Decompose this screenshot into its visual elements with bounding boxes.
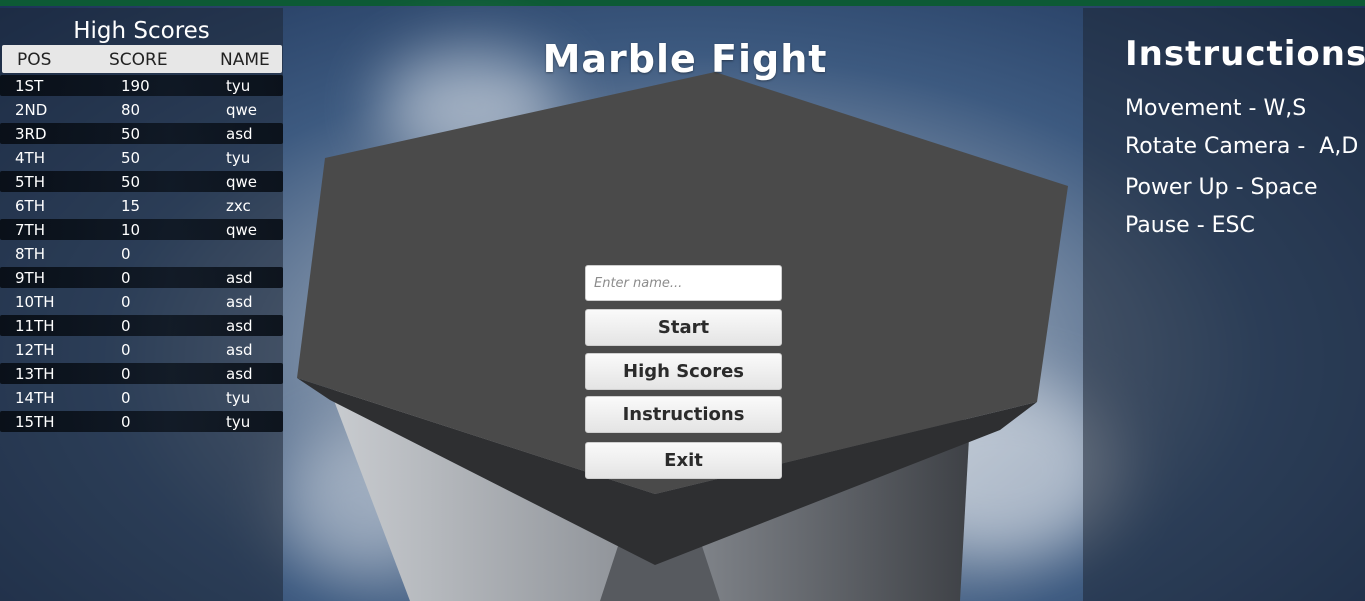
high-score-row: 15TH 0 tyu [0,410,283,434]
score-cell: 0 [121,317,131,335]
rank-cell: 11TH [15,317,55,335]
rank-cell: 3RD [15,125,47,143]
name-cell: asd [226,365,253,383]
high-score-row: 10TH 0 asd [0,290,283,314]
rank-cell: 2ND [15,101,48,119]
game-title: Marble Fight [542,37,828,81]
name-cell: asd [226,125,253,143]
score-cell: 50 [121,149,141,167]
rank-cell: 15TH [15,413,55,431]
instructions-title: Instructions [1125,34,1365,74]
rank-cell: 9TH [15,269,45,287]
score-cell: 10 [121,221,141,239]
score-cell: 50 [121,173,141,191]
rank-cell: 13TH [15,365,55,383]
name-cell: tyu [226,149,251,167]
high-score-row: 1ST 190 tyu [0,74,283,98]
high-scores-title: High Scores [73,18,210,44]
high-score-row: 11TH 0 asd [0,314,283,338]
high-score-row: 12TH 0 asd [0,338,283,362]
name-cell: asd [226,293,253,311]
name-cell: asd [226,341,253,359]
rank-cell: 14TH [15,389,55,407]
header-pos: POS [17,50,52,70]
high-score-row: 8TH 0 [0,242,283,266]
instructions-panel: Instructions Movement - W,S Rotate Camer… [1083,8,1365,601]
high-scores-header: POS SCORE NAME [2,45,282,73]
score-cell: 50 [121,125,141,143]
rank-cell: 4TH [15,149,45,167]
name-cell: qwe [226,173,258,191]
high-scores-button[interactable]: High Scores [585,353,782,390]
score-cell: 0 [121,245,131,263]
instruction-power-up: Power Up - Space [1125,175,1318,200]
rank-cell: 5TH [15,173,45,191]
high-score-row: 4TH 50 tyu [0,146,283,170]
score-cell: 80 [121,101,141,119]
score-cell: 0 [121,413,131,431]
instruction-pause: Pause - ESC [1125,213,1255,238]
rank-cell: 7TH [15,221,45,239]
high-scores-panel: High Scores POS SCORE NAME 1ST 190 tyu 2ND 8… [0,8,283,601]
high-score-row: 7TH 10 qwe [0,218,283,242]
name-cell: tyu [226,77,251,95]
score-cell: 0 [121,341,131,359]
name-cell: asd [226,269,253,287]
high-score-row: 2ND 80 qwe [0,98,283,122]
rank-cell: 6TH [15,197,45,215]
rank-cell: 10TH [15,293,55,311]
high-score-row: 6TH 15 zxc [0,194,283,218]
header-name: NAME [220,50,270,70]
start-button[interactable]: Start [585,309,782,346]
rank-cell: 12TH [15,341,55,359]
score-cell: 15 [121,197,141,215]
name-cell: tyu [226,389,251,407]
score-cell: 0 [121,293,131,311]
header-score: SCORE [109,50,168,70]
name-cell: asd [226,317,253,335]
high-score-row: 3RD 50 asd [0,122,283,146]
name-cell: tyu [226,413,251,431]
high-score-row: 14TH 0 tyu [0,386,283,410]
score-cell: 0 [121,269,131,287]
name-input[interactable] [585,265,782,301]
instruction-movement: Movement - W,S [1125,96,1307,121]
high-scores-list: 1ST 190 tyu 2ND 80 qwe 3RD 50 asd 4TH 50 tyu 5TH 50 qw… [0,74,283,434]
name-cell: qwe [226,221,258,239]
exit-button[interactable]: Exit [585,442,782,479]
high-score-row: 5TH 50 qwe [0,170,283,194]
rank-cell: 1ST [15,77,44,95]
instruction-rotate: Rotate Camera - A,D [1125,134,1359,159]
instructions-button[interactable]: Instructions [585,396,782,433]
score-cell: 0 [121,389,131,407]
name-cell: qwe [226,101,258,119]
score-cell: 0 [121,365,131,383]
high-score-row: 9TH 0 asd [0,266,283,290]
name-cell: zxc [226,197,251,215]
score-cell: 190 [121,77,150,95]
high-score-row: 13TH 0 asd [0,362,283,386]
rank-cell: 8TH [15,245,45,263]
